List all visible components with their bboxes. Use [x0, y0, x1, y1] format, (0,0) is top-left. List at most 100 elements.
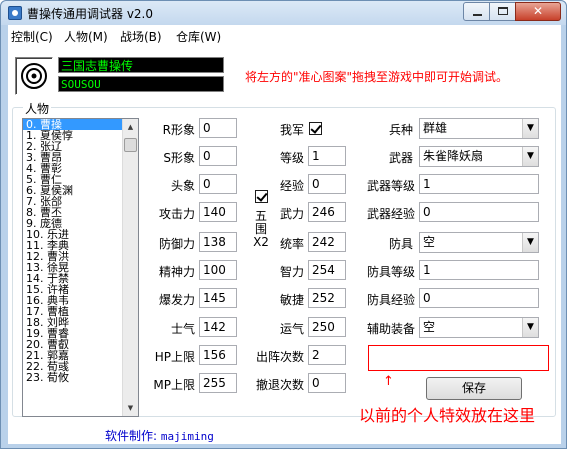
attr-input[interactable]: 0 [308, 174, 346, 194]
unit-type-select[interactable]: 群雄 ▼ [419, 118, 539, 139]
list-item[interactable]: 3. 曹昂 [23, 152, 123, 163]
chevron-down-icon: ▼ [522, 233, 538, 252]
list-item[interactable]: 15. 许褚 [23, 284, 123, 295]
list-item[interactable]: 14. 于禁 [23, 273, 123, 284]
special-effect-annotation: 以前的个人特效放在这里 [359, 406, 536, 425]
drag-hint-text: 将左方的"准心图案"拖拽至游戏中即可开始调试。 [245, 70, 509, 84]
list-item[interactable]: 8. 曹丕 [23, 207, 123, 218]
credit-line: 软件制作: majiming [105, 427, 214, 444]
list-item[interactable]: 17. 曹植 [23, 306, 123, 317]
list-item[interactable]: 7. 张郃 [23, 196, 123, 207]
scroll-down-icon[interactable]: ▼ [123, 400, 138, 416]
attr-input[interactable]: 250 [308, 317, 346, 337]
menu-warehouse[interactable]: 仓库(W) [176, 28, 221, 45]
list-item[interactable]: 21. 郭嘉 [23, 350, 123, 361]
scroll-thumb[interactable] [124, 138, 137, 152]
up-arrow-icon: ↑ [383, 374, 394, 389]
close-button[interactable]: ✕ [515, 2, 561, 21]
stat-input[interactable]: 156 [199, 345, 237, 365]
ally-label: 我军 [279, 123, 304, 137]
menu-character[interactable]: 人物(M) [64, 28, 108, 45]
attr-input[interactable]: 246 [308, 202, 346, 222]
chevron-down-icon: ▼ [522, 318, 538, 337]
list-item[interactable]: 1. 夏侯惇 [23, 130, 123, 141]
unit-type-label: 兵种 [388, 123, 413, 137]
stat-input[interactable]: 0 [199, 174, 237, 194]
window-title: 曹操传通用调试器 v2.0 [27, 7, 154, 21]
menu-control[interactable]: 控制(C) [11, 28, 53, 45]
stat-label: HP上限 [154, 350, 195, 364]
attr-input[interactable]: 0 [308, 373, 346, 393]
unit-type-value: 群雄 [423, 121, 448, 135]
weapon-level-label: 武器等级 [366, 179, 415, 193]
attr-input[interactable]: 254 [308, 260, 346, 280]
menu-bar: 控制(C) 人物(M) 战场(B) 仓库(W) [8, 25, 561, 45]
list-item[interactable]: 23. 荀攸 [23, 372, 123, 383]
scroll-up-icon[interactable]: ▲ [123, 119, 138, 135]
stat-input[interactable]: 100 [199, 260, 237, 280]
list-scrollbar[interactable]: ▲ ▼ [122, 119, 138, 416]
character-list[interactable]: 0. 曹操 1. 夏侯惇 2. 张辽 3. 曹昂 4. 曹彰 5. 曹仁 6. 夏侯渊 7. … [22, 118, 139, 417]
armor-level-label: 防具等级 [366, 265, 415, 279]
weapon-level-input[interactable]: 1 [419, 174, 539, 194]
list-item[interactable]: 16. 典韦 [23, 295, 123, 306]
stat-input[interactable]: 142 [199, 317, 237, 337]
weapon-exp-input[interactable]: 0 [419, 202, 539, 222]
crosshair-drag-handle[interactable] [15, 57, 53, 95]
game-name-display: 三国志曹操传 [58, 57, 224, 73]
title-bar[interactable]: 曹操传通用调试器 v2.0 ✕ [1, 1, 566, 25]
list-item[interactable]: 20. 曹叡 [23, 339, 123, 350]
menu-battlefield[interactable]: 战场(B) [120, 28, 162, 45]
list-item[interactable]: 13. 徐晃 [23, 262, 123, 273]
stat-input[interactable]: 145 [199, 288, 237, 308]
attr-label: 敏捷 [279, 293, 304, 307]
minimize-icon [473, 14, 482, 16]
list-item[interactable]: 19. 曹睿 [23, 328, 123, 339]
game-code-display: SOUSOU [58, 76, 224, 92]
list-item[interactable]: 2. 张辽 [23, 141, 123, 152]
attr-input[interactable]: 1 [308, 146, 346, 166]
list-item[interactable]: 10. 乐进 [23, 229, 123, 240]
list-item[interactable]: 22. 荀彧 [23, 361, 123, 372]
attr-input[interactable]: 252 [308, 288, 346, 308]
armor-level-input[interactable]: 1 [419, 260, 539, 280]
maximize-button[interactable] [489, 2, 516, 21]
stat-label: 士气 [170, 322, 195, 336]
weapon-exp-label: 武器经验 [366, 207, 415, 221]
stat-input[interactable]: 255 [199, 373, 237, 393]
armor-value: 空 [423, 235, 436, 249]
save-button[interactable]: 保存 [426, 377, 522, 400]
list-item[interactable]: 12. 曹洪 [23, 251, 123, 262]
attr-label: 撤退次数 [255, 378, 304, 392]
credit-label: 软件制作: [105, 429, 158, 443]
stat-input[interactable]: 0 [199, 146, 237, 166]
stat-input[interactable]: 138 [199, 232, 237, 252]
close-icon: ✕ [532, 4, 544, 18]
accessory-value: 空 [423, 320, 436, 334]
list-item[interactable]: 6. 夏侯渊 [23, 185, 123, 196]
armor-exp-input[interactable]: 0 [419, 288, 539, 308]
app-icon [8, 6, 22, 20]
list-item[interactable]: 0. 曹操 [23, 119, 123, 130]
list-item[interactable]: 11. 李典 [23, 240, 123, 251]
stat-label: R形象 [162, 123, 195, 137]
maximize-icon [498, 7, 508, 15]
list-item[interactable]: 5. 曹仁 [23, 174, 123, 185]
weapon-select[interactable]: 朱雀降妖扇 ▼ [419, 146, 539, 167]
stat-label: MP上限 [153, 378, 195, 392]
crosshair-icon [21, 63, 47, 89]
armor-label: 防具 [388, 237, 413, 251]
stat-input[interactable]: 0 [199, 118, 237, 138]
list-item[interactable]: 4. 曹彰 [23, 163, 123, 174]
minimize-button[interactable] [463, 2, 490, 21]
stat-input[interactable]: 140 [199, 202, 237, 222]
attr-input[interactable]: 242 [308, 232, 346, 252]
armor-select[interactable]: 空 ▼ [419, 232, 539, 253]
armor-exp-label: 防具经验 [366, 293, 415, 307]
list-item[interactable]: 9. 庞德 [23, 218, 123, 229]
accessory-select[interactable]: 空 ▼ [419, 317, 539, 338]
list-item[interactable]: 18. 刘晔 [23, 317, 123, 328]
ally-checkbox[interactable] [309, 122, 322, 135]
five-stats-double-checkbox[interactable] [255, 190, 268, 203]
attr-input[interactable]: 2 [308, 345, 346, 365]
